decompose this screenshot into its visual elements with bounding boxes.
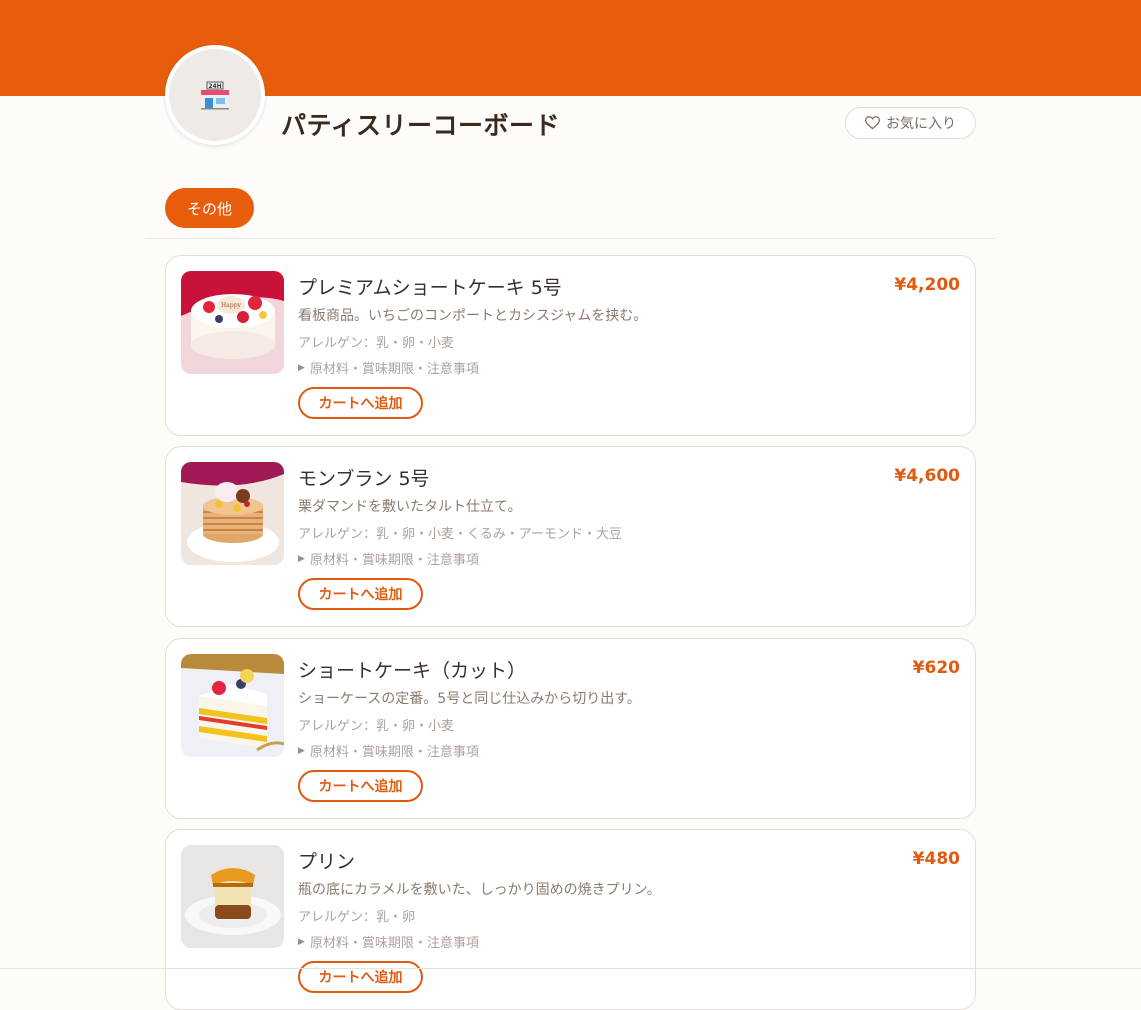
product-details-toggle[interactable]: ▶ 原材料・賞味期限・注意事項 <box>298 741 479 760</box>
details-label: 原材料・賞味期限・注意事項 <box>309 362 479 377</box>
product-image[interactable] <box>181 462 284 565</box>
svg-text:24H: 24H <box>208 83 221 90</box>
category-tab-other[interactable]: その他 <box>165 188 254 228</box>
shop-name: パティスリーコーボード <box>281 111 561 140</box>
favorite-button[interactable]: お気に入り <box>845 107 976 139</box>
add-to-cart-button[interactable]: カートへ追加 <box>298 770 423 802</box>
product-card: ショートケーキ（カット） ¥620 ショーケースの定番。5号と同じ仕込みから切り… <box>165 638 976 819</box>
heart-icon <box>865 116 880 130</box>
triangle-right-icon: ▶ <box>298 553 305 564</box>
product-name: プリン <box>298 851 356 873</box>
product-image[interactable] <box>181 845 284 948</box>
product-description: ショーケースの定番。5号と同じ仕込みから切り出す。 <box>298 691 641 707</box>
product-price: ¥480 <box>912 849 960 869</box>
product-description: 瓶の底にカラメルを敷いた、しっかり固めの焼きプリン。 <box>298 882 661 898</box>
product-card: モンブラン 5号 ¥4,600 栗ダマンドを敷いたタルト仕立て。 アレルゲン：乳… <box>165 446 976 627</box>
shop-avatar: 24H <box>165 45 265 145</box>
add-to-cart-button[interactable]: カートへ追加 <box>298 578 423 610</box>
product-allergens: アレルゲン：乳・卵・小麦 <box>298 336 455 351</box>
product-allergens: アレルゲン：乳・卵・小麦・くるみ・アーモンド・大豆 <box>298 527 622 542</box>
product-details-toggle[interactable]: ▶ 原材料・賞味期限・注意事項 <box>298 932 479 951</box>
details-label: 原材料・賞味期限・注意事項 <box>309 745 479 760</box>
add-to-cart-button[interactable]: カートへ追加 <box>298 961 423 993</box>
product-description: 栗ダマンドを敷いたタルト仕立て。 <box>298 499 522 515</box>
product-price: ¥620 <box>912 658 960 678</box>
product-description: 看板商品。いちごのコンポートとカシスジャムを挟む。 <box>298 308 648 324</box>
product-price: ¥4,200 <box>894 275 960 295</box>
viewport-bottom-border <box>0 968 1141 969</box>
product-name: ショートケーキ（カット） <box>298 660 527 682</box>
details-label: 原材料・賞味期限・注意事項 <box>309 553 479 568</box>
convenience-store-24h-icon: 24H <box>201 81 229 110</box>
product-name: モンブラン 5号 <box>298 468 430 490</box>
product-image[interactable] <box>181 654 284 757</box>
favorite-label: お気に入り <box>886 116 956 132</box>
add-to-cart-button[interactable]: カートへ追加 <box>298 387 423 419</box>
product-price: ¥4,600 <box>894 466 960 486</box>
triangle-right-icon: ▶ <box>298 362 305 373</box>
product-details-toggle[interactable]: ▶ 原材料・賞味期限・注意事項 <box>298 549 479 568</box>
product-details-toggle[interactable]: ▶ 原材料・賞味期限・注意事項 <box>298 358 479 377</box>
triangle-right-icon: ▶ <box>298 936 305 947</box>
category-divider <box>145 238 996 239</box>
product-name: プレミアムショートケーキ 5号 <box>298 277 562 299</box>
product-card: プリン ¥480 瓶の底にカラメルを敷いた、しっかり固めの焼きプリン。 アレルゲ… <box>165 829 976 1010</box>
product-allergens: アレルゲン：乳・卵・小麦 <box>298 719 455 734</box>
details-label: 原材料・賞味期限・注意事項 <box>309 936 479 951</box>
triangle-right-icon: ▶ <box>298 745 305 756</box>
product-image[interactable]: Happy <box>181 271 284 374</box>
product-card: Happy プレミアムショートケーキ 5号 ¥4,200 看板商品。いちごのコン… <box>165 255 976 436</box>
product-allergens: アレルゲン：乳・卵 <box>298 910 416 925</box>
svg-text:Happy: Happy <box>221 302 241 309</box>
